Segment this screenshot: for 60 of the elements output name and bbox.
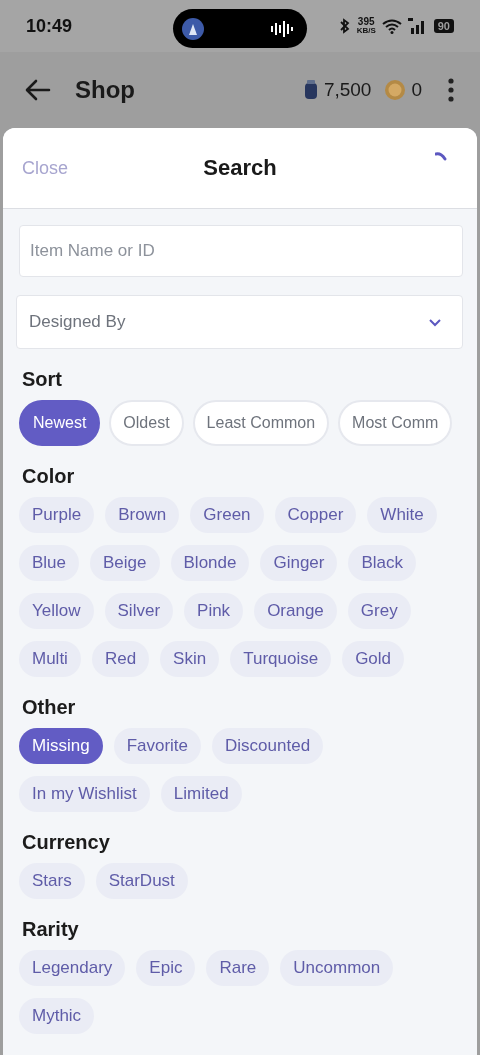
filter-chip[interactable]: Grey [347,593,411,629]
filter-chip[interactable]: Turquoise [230,641,332,677]
coin-icon [385,80,406,100]
filter-chip[interactable]: In my Wishlist [19,776,150,812]
coins-balance: 0 [411,79,422,101]
filter-chip[interactable]: Limited [160,776,242,812]
more-options-icon[interactable] [448,78,454,102]
section-heading: Other [22,696,76,718]
filter-chip[interactable]: Legendary [19,950,126,986]
filter-chip[interactable]: Blonde [170,545,250,581]
sheet-title: Search [203,155,277,181]
section-heading: Currency [22,831,110,853]
filter-chip[interactable]: Oldest [109,400,184,446]
filter-chip[interactable]: StarDust [95,863,188,899]
bluetooth-icon [338,18,351,34]
section-heading: Rarity [22,918,79,940]
filter-chip[interactable]: Copper [274,497,357,533]
filter-chip[interactable]: Beige [90,545,160,581]
filter-chip[interactable]: Yellow [19,593,94,629]
filter-chip[interactable]: Gold [342,641,405,677]
filter-chip[interactable]: Ginger [260,545,338,581]
search-field[interactable]: Item Name or ID [19,225,463,277]
filter-chip[interactable]: Least Common [192,400,330,446]
filter-chip[interactable]: Red [91,641,150,677]
filter-chip[interactable]: Blue [19,545,80,581]
filter-chip[interactable]: Favorite [113,728,202,764]
back-arrow-icon[interactable] [25,79,51,101]
filter-chip[interactable]: Black [348,545,417,581]
filter-chip[interactable]: Uncommon [280,950,394,986]
filter-chip[interactable]: Rare [206,950,270,986]
filter-chip[interactable]: Brown [105,497,180,533]
designer-dropdown[interactable]: Designed By [16,295,463,349]
avatar-icon [182,17,204,40]
filter-chip[interactable]: Mythic [19,998,95,1034]
battery-level: 90 [433,19,454,33]
section-heading: Sort [22,368,62,390]
section-heading: Color [22,465,75,487]
filter-chip[interactable]: Newest [19,400,101,446]
network-speed: 395 KB/S [356,17,376,35]
filter-chip[interactable]: Stars [19,863,85,899]
filter-chip[interactable]: Epic [136,950,196,986]
filter-chip[interactable]: Missing [19,728,103,764]
filter-chip[interactable]: Green [190,497,264,533]
clock-time: 10:49 [26,15,73,37]
page-title: Shop [75,76,135,104]
filter-chip[interactable]: Pink [184,593,244,629]
filter-chip[interactable]: White [367,497,437,533]
jar-icon [303,80,318,100]
loading-spinner-icon [435,152,447,162]
filter-chip[interactable]: Discounted [212,728,324,764]
waveform-icon [271,20,293,37]
filter-chip[interactable]: Purple [19,497,95,533]
filter-chip[interactable]: Silver [104,593,174,629]
wifi-icon [381,18,402,34]
stars-balance: 7,500 [323,79,372,101]
filter-chip[interactable]: Orange [254,593,337,629]
filter-chip[interactable]: Skin [160,641,220,677]
filter-chip[interactable]: Most Comm [338,400,453,446]
filter-chip[interactable]: Multi [19,641,81,677]
chevron-down-icon [428,317,442,327]
